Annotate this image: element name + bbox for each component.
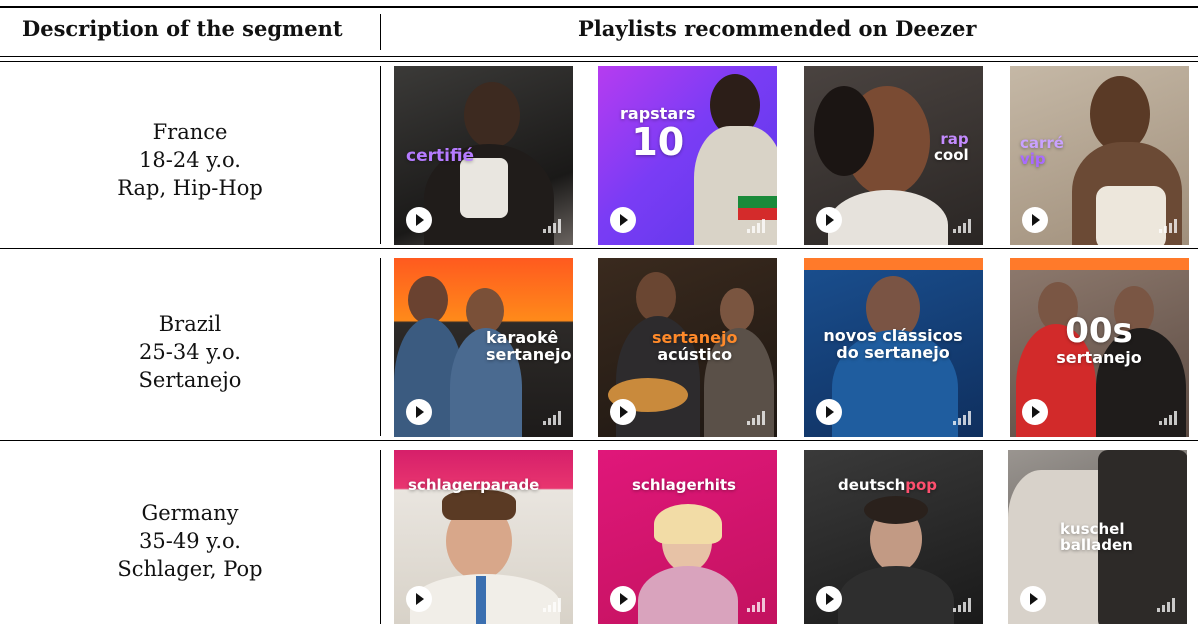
playlist-title-accent: pop: [905, 476, 938, 494]
segment-genre: Sertanejo: [138, 368, 242, 392]
playlist-title: rap cool: [934, 131, 969, 164]
play-icon[interactable]: [816, 207, 842, 233]
playlist-title-line: certifié: [406, 146, 475, 166]
playlist-cover[interactable]: sertanejo acústico: [598, 258, 777, 437]
playlist-title-line: vip: [1020, 149, 1046, 168]
play-icon[interactable]: [610, 399, 636, 425]
accent-strip: [1010, 258, 1189, 270]
playlist-title-line: acústico: [657, 344, 733, 364]
play-icon[interactable]: [1022, 399, 1048, 425]
playlist-cover[interactable]: deutschpop: [804, 450, 983, 624]
header-rule: [0, 56, 1198, 57]
play-icon[interactable]: [406, 399, 432, 425]
deezer-logo-icon: [1159, 219, 1179, 233]
play-icon[interactable]: [816, 399, 842, 425]
play-icon[interactable]: [1020, 586, 1046, 612]
playlist-title: schlagerparade: [408, 476, 540, 494]
playlist-title-line: sertanejo: [1056, 347, 1142, 367]
deezer-logo-icon: [543, 411, 563, 425]
play-icon[interactable]: [406, 586, 432, 612]
deezer-logo-icon: [543, 219, 563, 233]
playlist-cover[interactable]: carré vip: [1010, 66, 1189, 245]
deezer-logo-icon: [1159, 411, 1179, 425]
playlist-title-line: do sertanejo: [836, 342, 950, 362]
segment-country: France: [152, 120, 228, 144]
playlist-title-line: cool: [934, 145, 969, 164]
deezer-logo-icon: [953, 411, 973, 425]
playlist-cover[interactable]: rapstars 10: [598, 66, 777, 245]
column-divider: [380, 258, 381, 436]
play-icon[interactable]: [406, 207, 432, 233]
column-header-description: Description of the segment: [22, 16, 343, 41]
playlist-title: schlagerhits: [632, 476, 736, 494]
segment-description: Germany 35-49 y.o. Schlager, Pop: [0, 499, 380, 583]
deezer-logo-icon: [747, 219, 767, 233]
segment-genre: Rap, Hip-Hop: [117, 176, 263, 200]
play-icon[interactable]: [610, 207, 636, 233]
table-top-rule: [0, 6, 1198, 8]
playlist-title: kuschel balladen: [1060, 521, 1133, 554]
row-divider: [0, 248, 1198, 249]
playlist-cover[interactable]: schlagerhits: [598, 450, 777, 624]
accent-strip: [804, 258, 983, 270]
playlist-title-line: schlagerparade: [408, 476, 540, 494]
segment-age: 18-24 y.o.: [139, 148, 241, 172]
column-divider: [380, 450, 381, 624]
header-rule-double: [0, 61, 1198, 62]
deezer-logo-icon: [747, 598, 767, 612]
deezer-logo-icon: [953, 598, 973, 612]
playlist-title-line: balladen: [1060, 535, 1133, 554]
playlist-title: deutschpop: [838, 476, 938, 494]
playlist-title-number: 10: [631, 119, 685, 164]
playlist-title: novos clássicos do sertanejo: [814, 327, 972, 362]
segment-description: Brazil 25-34 y.o. Sertanejo: [0, 310, 380, 394]
playlist-cover[interactable]: schlagerparade: [394, 450, 573, 624]
playlist-title: sertanejo acústico: [652, 329, 737, 364]
segment-age: 25-34 y.o.: [139, 340, 241, 364]
playlist-cover[interactable]: novos clássicos do sertanejo: [804, 258, 983, 437]
playlist-cover[interactable]: kuschel balladen: [1008, 450, 1187, 624]
column-divider: [380, 14, 381, 50]
play-icon[interactable]: [816, 586, 842, 612]
segment-country: Brazil: [158, 312, 222, 336]
column-header-playlists: Playlists recommended on Deezer: [578, 16, 977, 41]
playlist-title-line: sertanejo: [486, 344, 572, 364]
playlist-title: 00s sertanejo: [1044, 311, 1154, 367]
segment-description: France 18-24 y.o. Rap, Hip-Hop: [0, 118, 380, 202]
row-divider: [0, 440, 1198, 441]
play-icon[interactable]: [1022, 207, 1048, 233]
deezer-logo-icon: [543, 598, 563, 612]
deezer-logo-icon: [953, 219, 973, 233]
play-icon[interactable]: [610, 586, 636, 612]
playlist-cover[interactable]: rap cool: [804, 66, 983, 245]
playlist-cover[interactable]: karaokê sertanejo: [394, 258, 573, 437]
playlist-title: carré vip: [1020, 135, 1064, 168]
playlist-title-number: 00s: [1065, 311, 1133, 351]
deezer-logo-icon: [747, 411, 767, 425]
playlist-title: certifié: [406, 146, 475, 166]
segment-genre: Schlager, Pop: [117, 557, 263, 581]
playlist-title-line: deutsch: [838, 476, 906, 494]
playlist-cover[interactable]: 00s sertanejo: [1010, 258, 1189, 437]
segment-country: Germany: [141, 501, 239, 525]
playlist-title: rapstars 10: [620, 105, 696, 164]
segment-age: 35-49 y.o.: [139, 529, 241, 553]
column-divider: [380, 66, 381, 244]
playlist-title-line: schlagerhits: [632, 476, 736, 494]
playlist-title: karaokê sertanejo: [486, 329, 572, 364]
playlist-cover[interactable]: certifié: [394, 66, 573, 245]
deezer-logo-icon: [1157, 598, 1177, 612]
